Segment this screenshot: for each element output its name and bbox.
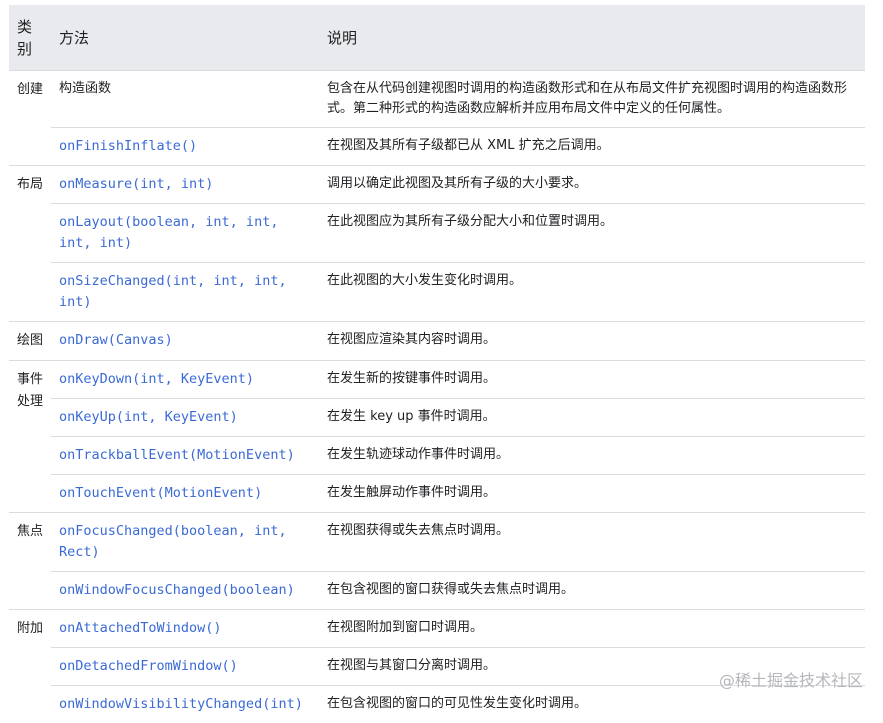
description-cell: 在包含视图的窗口的可见性发生变化时调用。 <box>319 686 865 723</box>
category-cell: 焦点 <box>9 513 51 610</box>
table-row: 布局onMeasure(int, int)调用以确定此视图及其所有子级的大小要求… <box>9 166 865 204</box>
category-cell: 附加 <box>9 610 51 723</box>
header-method: 方法 <box>51 5 319 71</box>
method-link[interactable]: onWindowVisibilityChanged(int) <box>59 696 303 712</box>
description-cell: 包含在从代码创建视图时调用的构造函数形式和在从布局文件扩充视图时调用的构造函数形… <box>319 71 865 128</box>
category-cell: 绘图 <box>9 322 51 361</box>
method-link[interactable]: onTrackballEvent(MotionEvent) <box>59 447 295 463</box>
method-cell: onTrackballEvent(MotionEvent) <box>51 437 319 475</box>
method-link[interactable]: onKeyDown(int, KeyEvent) <box>59 371 254 387</box>
description-cell: 在视图应渲染其内容时调用。 <box>319 322 865 361</box>
description-cell: 在包含视图的窗口获得或失去焦点时调用。 <box>319 572 865 610</box>
method-cell: onKeyDown(int, KeyEvent) <box>51 361 319 399</box>
table-row: onWindowFocusChanged(boolean) 在包含视图的窗口获得或… <box>9 572 865 610</box>
description-cell: 在视图附加到窗口时调用。 <box>319 610 865 648</box>
table-row: 创建构造函数包含在从代码创建视图时调用的构造函数形式和在从布局文件扩充视图时调用… <box>9 71 865 128</box>
method-cell: onKeyUp(int, KeyEvent) <box>51 399 319 437</box>
method-link[interactable]: onDraw(Canvas) <box>59 332 173 348</box>
table-row: 绘图 onDraw(Canvas) 在视图应渲染其内容时调用。 <box>9 322 865 361</box>
method-cell: onMeasure(int, int) <box>51 166 319 204</box>
table-row: onSizeChanged(int, int, int, int) 在此视图的大小… <box>9 263 865 322</box>
category-cell: 创建 <box>9 71 51 166</box>
description-cell: 在此视图的大小发生变化时调用。 <box>319 263 865 322</box>
method-text: 构造函数 <box>59 81 111 96</box>
table-row: onFinishInflate() 在视图及其所有子级都已从 XML 扩充之后调用… <box>9 128 865 166</box>
description-cell: 在发生触屏动作事件时调用。 <box>319 475 865 513</box>
table-row: onTrackballEvent(MotionEvent) 在发生轨迹球动作事件时… <box>9 437 865 475</box>
description-cell: 在发生新的按键事件时调用。 <box>319 361 865 399</box>
description-cell: 在此视图应为其所有子级分配大小和位置时调用。 <box>319 204 865 263</box>
method-cell: onFinishInflate() <box>51 128 319 166</box>
method-link[interactable]: onWindowFocusChanged(boolean) <box>59 582 295 598</box>
method-link[interactable]: onDetachedFromWindow() <box>59 658 238 674</box>
description-cell: 在视图获得或失去焦点时调用。 <box>319 513 865 572</box>
watermark: @稀土掘金技术社区 <box>719 667 863 691</box>
method-cell: onDraw(Canvas) <box>51 322 319 361</box>
method-cell: onLayout(boolean, int, int, int, int) <box>51 204 319 263</box>
method-link[interactable]: onFocusChanged(boolean, int, Rect) <box>59 523 287 560</box>
description-cell: 在发生轨迹球动作事件时调用。 <box>319 437 865 475</box>
table-row: 附加onAttachedToWindow()在视图附加到窗口时调用。 <box>9 610 865 648</box>
view-methods-table: 类别 方法 说明 创建构造函数包含在从代码创建视图时调用的构造函数形式和在从布局… <box>9 5 865 723</box>
description-cell: 在发生 key up 事件时调用。 <box>319 399 865 437</box>
method-cell: onAttachedToWindow() <box>51 610 319 648</box>
table-row: 事件处理onKeyDown(int, KeyEvent)在发生新的按键事件时调用… <box>9 361 865 399</box>
table-row: onLayout(boolean, int, int, int, int) 在此视… <box>9 204 865 263</box>
method-cell: onDetachedFromWindow() <box>51 648 319 686</box>
method-link[interactable]: onFinishInflate() <box>59 138 197 154</box>
description-cell: 调用以确定此视图及其所有子级的大小要求。 <box>319 166 865 204</box>
header-description: 说明 <box>319 5 865 71</box>
method-cell: onWindowFocusChanged(boolean) <box>51 572 319 610</box>
method-cell: onTouchEvent(MotionEvent) <box>51 475 319 513</box>
method-cell: onSizeChanged(int, int, int, int) <box>51 263 319 322</box>
category-cell: 布局 <box>9 166 51 322</box>
method-link[interactable]: onTouchEvent(MotionEvent) <box>59 485 262 501</box>
table-row: onWindowVisibilityChanged(int) 在包含视图的窗口的可… <box>9 686 865 723</box>
method-cell: onFocusChanged(boolean, int, Rect) <box>51 513 319 572</box>
category-cell: 事件处理 <box>9 361 51 513</box>
method-link[interactable]: onKeyUp(int, KeyEvent) <box>59 409 238 425</box>
method-cell: 构造函数 <box>51 71 319 128</box>
table-row: onTouchEvent(MotionEvent) 在发生触屏动作事件时调用。 <box>9 475 865 513</box>
method-link[interactable]: onAttachedToWindow() <box>59 620 222 636</box>
method-link[interactable]: onSizeChanged(int, int, int, int) <box>59 273 287 310</box>
description-cell: 在视图及其所有子级都已从 XML 扩充之后调用。 <box>319 128 865 166</box>
table-row: 焦点onFocusChanged(boolean, int, Rect)在视图获… <box>9 513 865 572</box>
table-row: onKeyUp(int, KeyEvent) 在发生 key up 事件时调用。 <box>9 399 865 437</box>
method-link[interactable]: onMeasure(int, int) <box>59 176 213 192</box>
header-category: 类别 <box>9 5 51 71</box>
method-cell: onWindowVisibilityChanged(int) <box>51 686 319 723</box>
method-link[interactable]: onLayout(boolean, int, int, int, int) <box>59 214 278 251</box>
